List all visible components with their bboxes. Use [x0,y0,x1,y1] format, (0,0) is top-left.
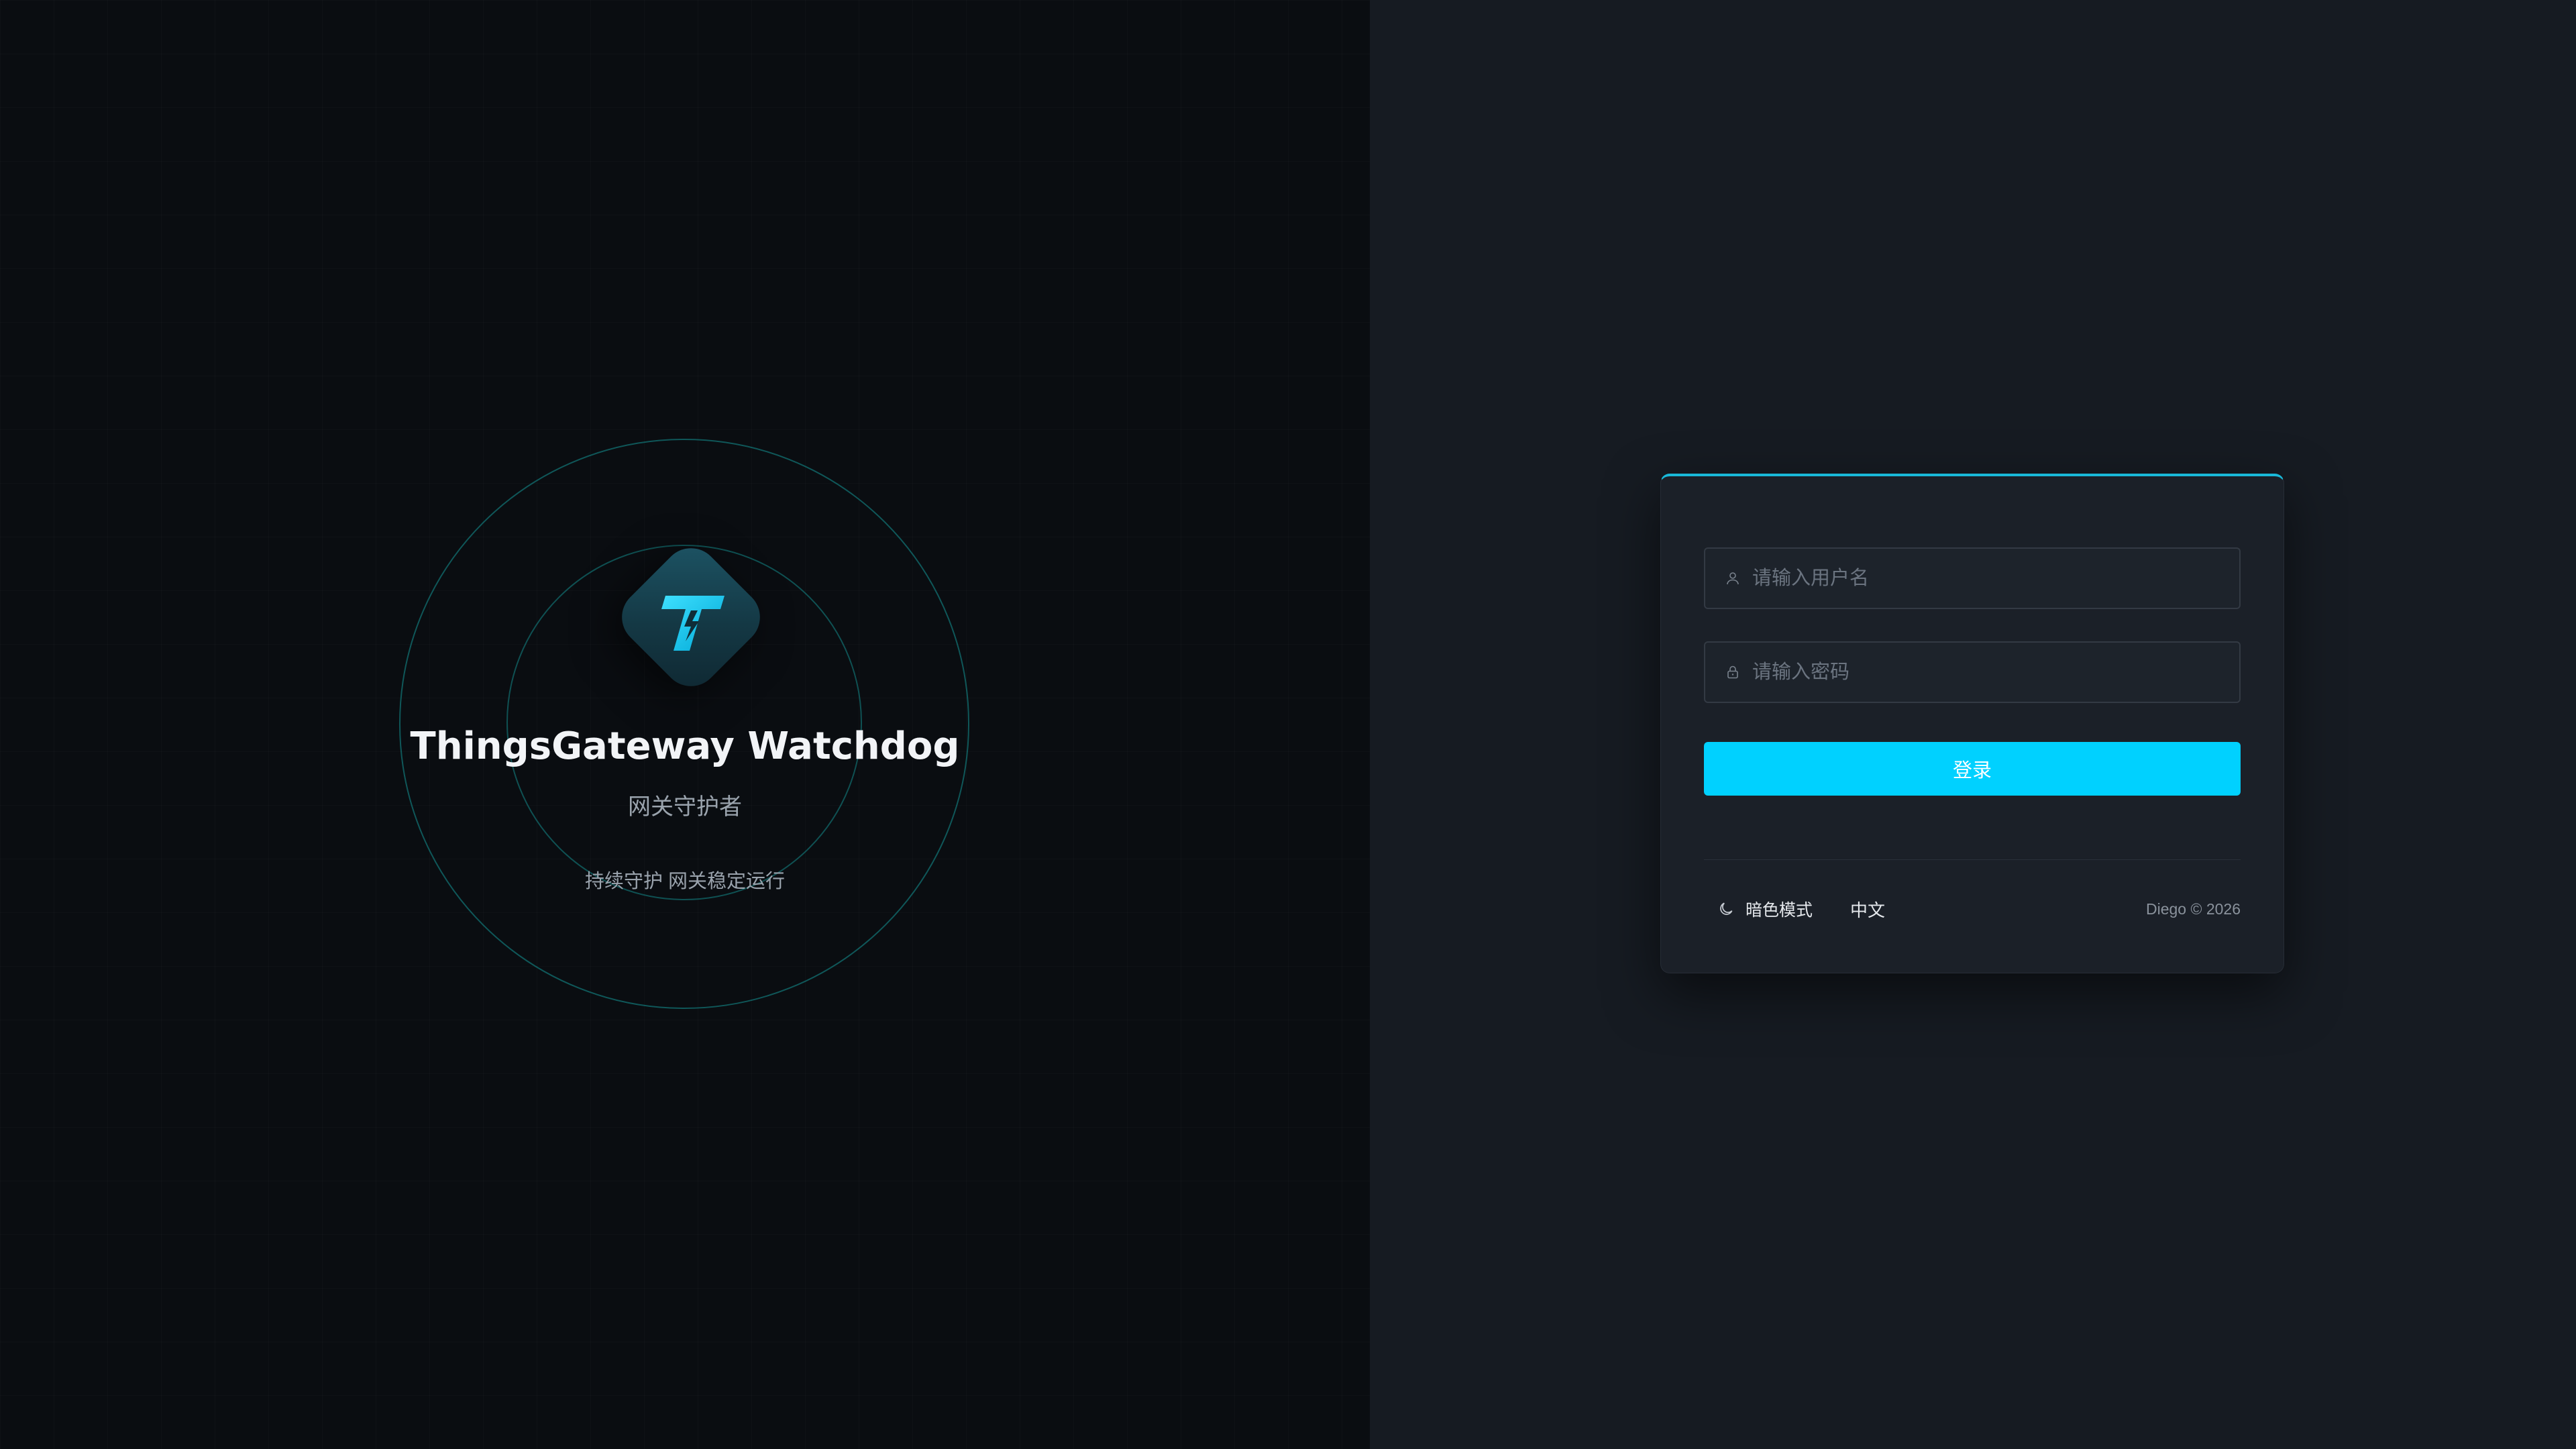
moon-icon [1717,900,1736,918]
user-icon [1724,570,1741,587]
language-switch[interactable]: 中文 [1850,897,1885,922]
login-page: ThingsGateway Watchdog 网关守护者 持续守护 网关稳定运行 [0,0,2576,1449]
card-divider [1704,859,2241,860]
brand-panel: ThingsGateway Watchdog 网关守护者 持续守护 网关稳定运行 [0,0,1370,1449]
username-input[interactable] [1752,549,2239,608]
brand-title: ThingsGateway Watchdog [410,724,960,768]
dark-mode-label: 暗色模式 [1746,901,1813,920]
password-field[interactable] [1704,641,2241,703]
lightning-t-logo-icon [617,543,765,691]
brand-tagline: 持续守护 网关稳定运行 [584,871,786,892]
app-logo [610,536,772,698]
login-button[interactable]: 登录 [1704,742,2241,796]
login-card: 登录 暗色模式 中文 Diego © 2026 [1660,474,2284,973]
brand-subtitle: 网关守护者 [628,794,742,820]
copyright-text: Diego © 2026 [2146,900,2241,918]
card-footer: 暗色模式 中文 Diego © 2026 [1704,892,2241,926]
password-input[interactable] [1752,643,2239,702]
username-field[interactable] [1704,547,2241,609]
dark-mode-toggle[interactable]: 暗色模式 [1717,897,1813,921]
lock-icon [1724,663,1741,681]
login-panel: 登录 暗色模式 中文 Diego © 2026 [1370,0,2576,1449]
